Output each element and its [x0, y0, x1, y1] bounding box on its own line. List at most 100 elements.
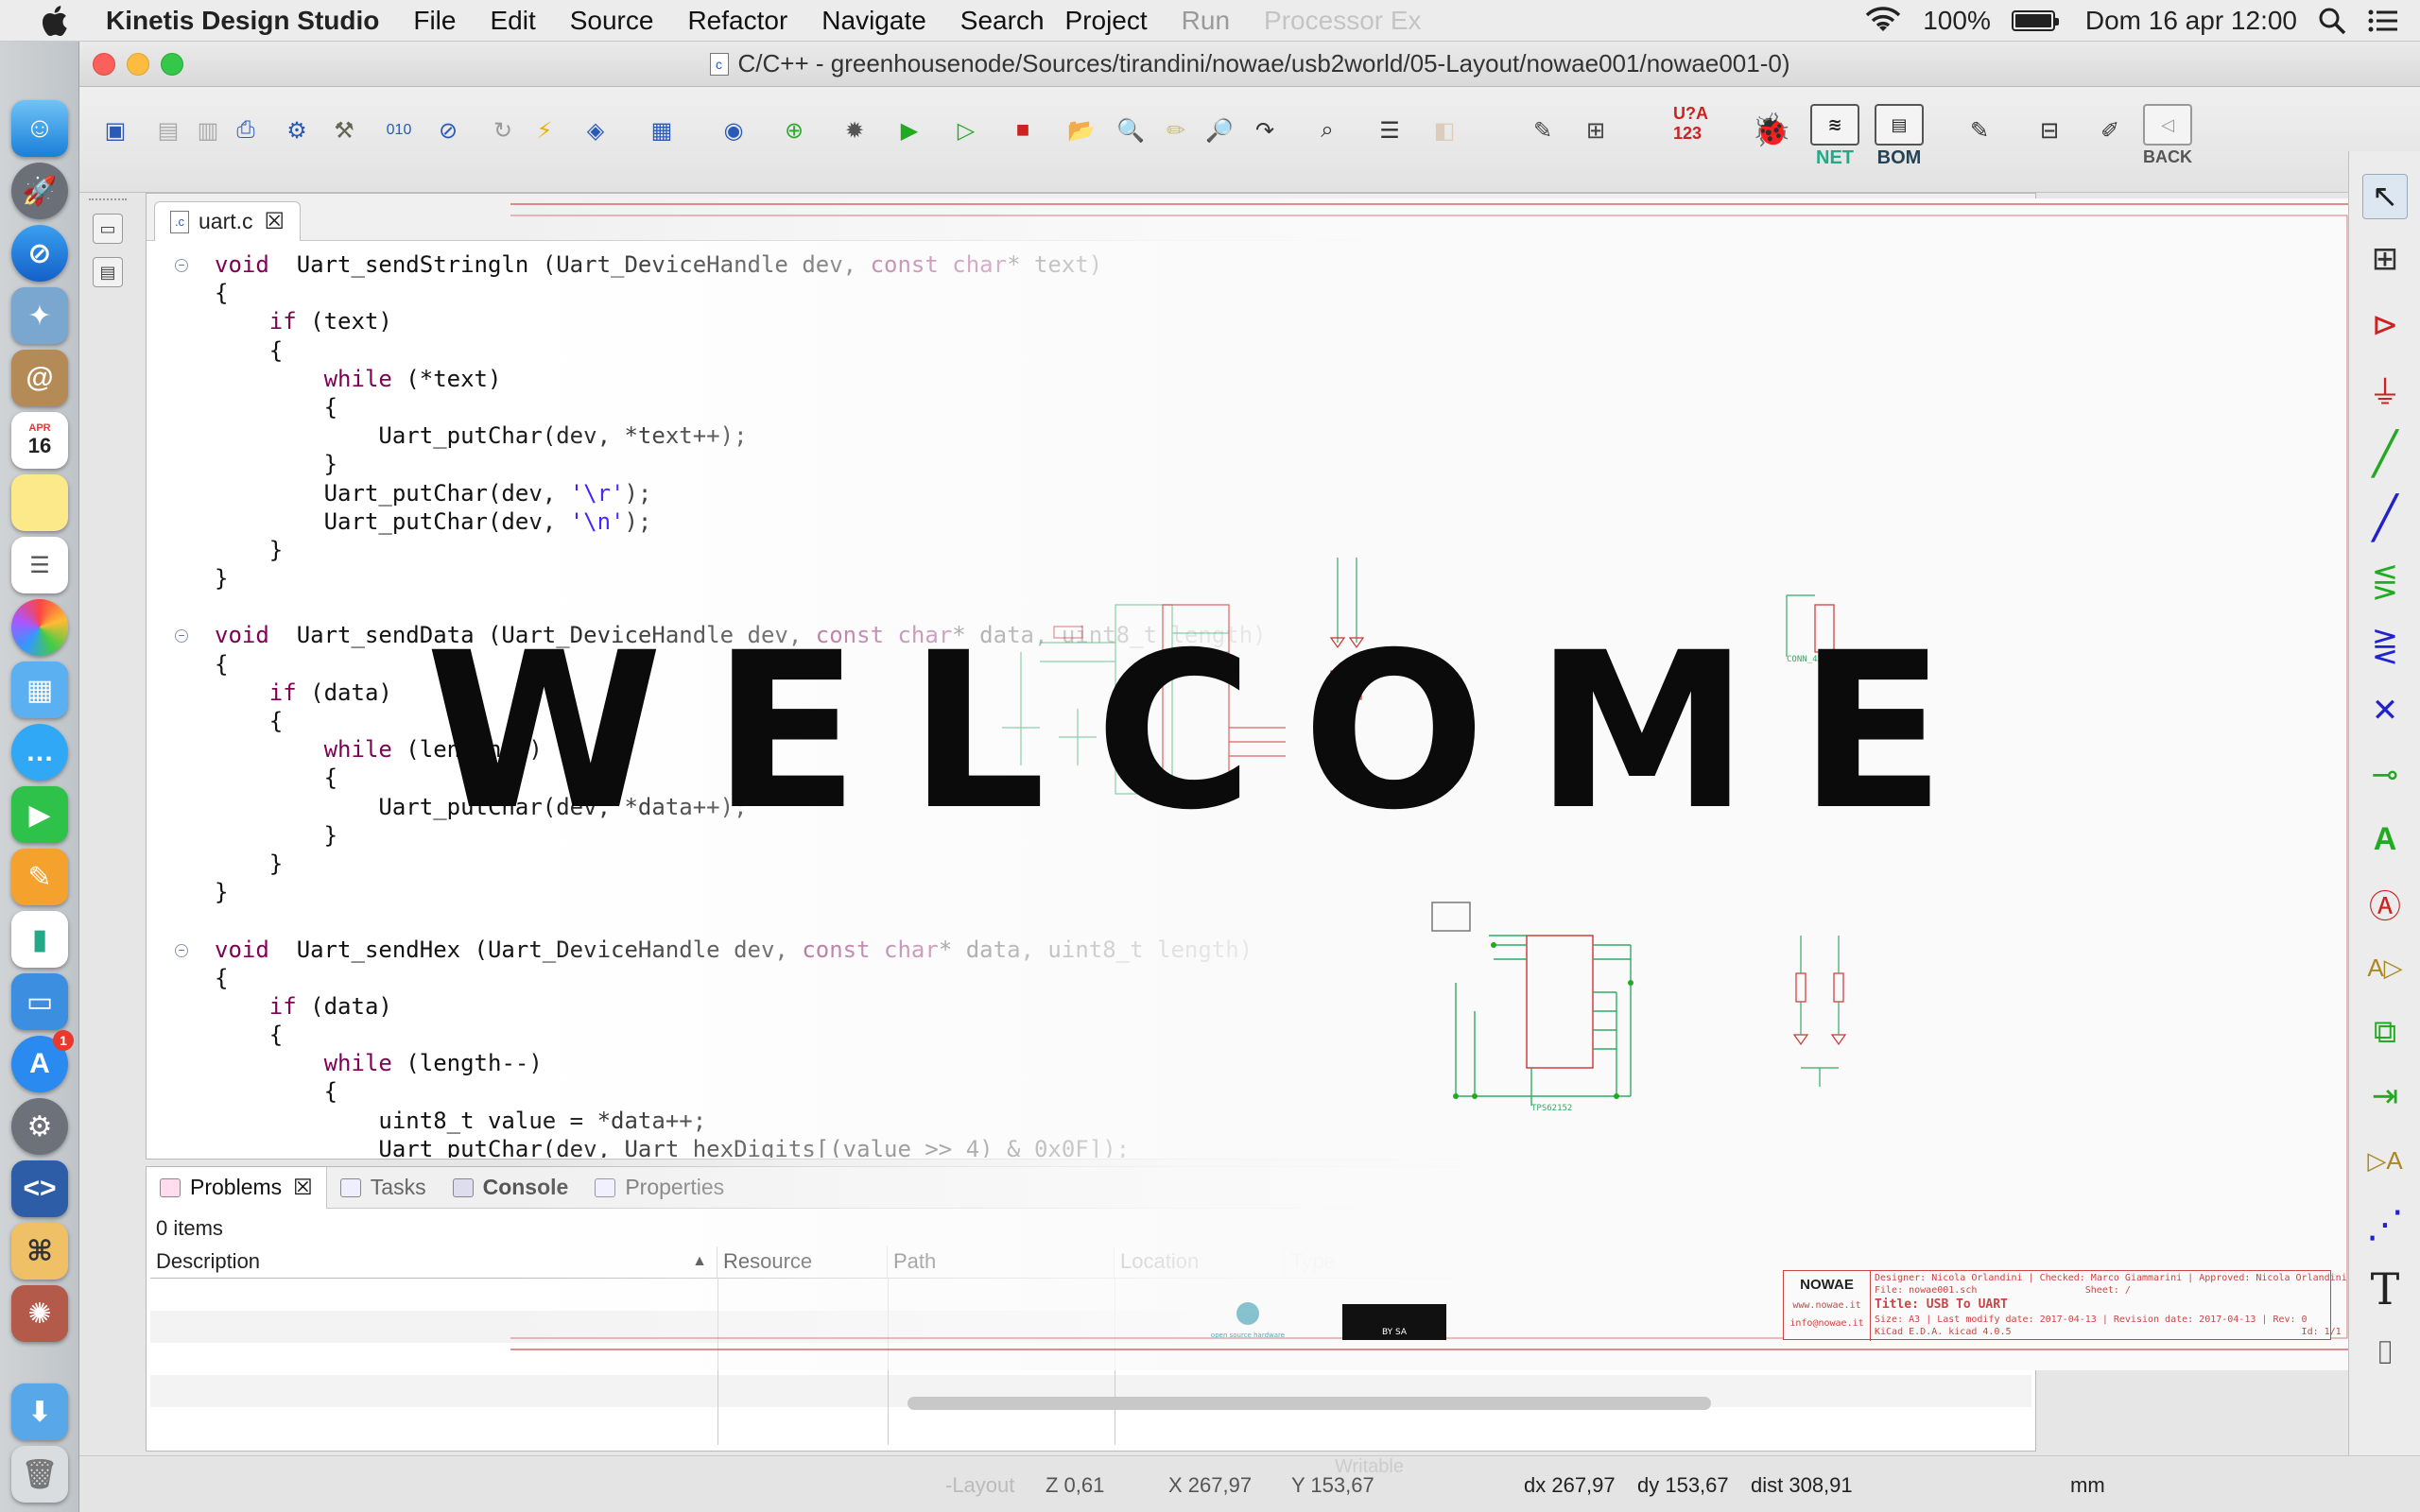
- code-line[interactable]: }: [175, 536, 2018, 564]
- launchpad-icon[interactable]: 🚀: [11, 163, 68, 219]
- new-c-project-icon[interactable]: ◈: [577, 112, 614, 149]
- add-component-icon[interactable]: ⊳: [2362, 302, 2408, 348]
- notification-center-icon[interactable]: [2367, 8, 2399, 34]
- wifi-icon[interactable]: [1864, 7, 1902, 35]
- reminders-icon[interactable]: ☰: [11, 537, 68, 593]
- preview-icon[interactable]: ✦: [11, 287, 68, 344]
- run-external-icon[interactable]: ▷: [947, 112, 985, 149]
- safari-icon[interactable]: ⊘: [11, 225, 68, 282]
- code-line[interactable]: while (*text): [175, 365, 2018, 393]
- kinetis-design-studio-icon[interactable]: <>: [11, 1160, 68, 1217]
- editor-tab-uart-c[interactable]: .c uart.c ☒: [154, 201, 302, 241]
- wire-to-bus-entry-icon[interactable]: ⋚: [2362, 559, 2408, 605]
- code-line[interactable]: {: [175, 1021, 2018, 1049]
- open-folder-icon[interactable]: 📂: [1063, 112, 1100, 149]
- erc-bug-icon[interactable]: 🐞: [1752, 112, 1791, 149]
- contacts-icon[interactable]: @: [11, 350, 68, 406]
- menu-run[interactable]: Run: [1165, 6, 1247, 36]
- add-sheet-pin-icon[interactable]: ▷A: [2362, 1138, 2408, 1183]
- save-icon[interactable]: ▤: [149, 112, 187, 149]
- save-all-icon[interactable]: ▥: [189, 112, 227, 149]
- code-line[interactable]: if (text): [175, 307, 2018, 335]
- highlight-net-icon[interactable]: ⊞: [2362, 236, 2408, 282]
- annotate-button[interactable]: U?A 123: [1673, 104, 1732, 172]
- add-global-label-icon[interactable]: Ⓐ: [2362, 881, 2408, 926]
- cvpcb-icon[interactable]: ✎: [1961, 112, 1998, 149]
- menu-source[interactable]: Source: [553, 6, 671, 36]
- code-line[interactable]: }: [175, 564, 2018, 593]
- pcb-viewer-icon[interactable]: ✺: [11, 1285, 68, 1342]
- close-window-button[interactable]: [93, 53, 115, 76]
- hierarchy-icon[interactable]: ☰: [1371, 112, 1409, 149]
- code-line[interactable]: {: [175, 393, 2018, 421]
- code-line[interactable]: {: [175, 336, 2018, 365]
- menu-file[interactable]: File: [396, 6, 473, 36]
- run-icon[interactable]: ▶: [890, 112, 928, 149]
- select-arrow-icon[interactable]: ↖: [2362, 174, 2408, 219]
- code-line[interactable]: {: [175, 964, 2018, 992]
- system-preferences-icon[interactable]: ⚙: [11, 1098, 68, 1155]
- restore-view-icon[interactable]: ▭: [93, 214, 123, 244]
- refresh-icon[interactable]: ↻: [484, 112, 522, 149]
- code-line[interactable]: [175, 906, 2018, 935]
- build-hammer-icon[interactable]: ⚒: [325, 112, 363, 149]
- zoom-in-icon[interactable]: 🔍: [1112, 112, 1150, 149]
- column-description[interactable]: Description ▲: [150, 1246, 717, 1279]
- close-tab-icon[interactable]: ☒: [265, 208, 285, 235]
- settings-icon[interactable]: ⚙: [278, 112, 316, 149]
- minimize-window-button[interactable]: [127, 53, 149, 76]
- print-icon[interactable]: ⎙: [227, 112, 265, 149]
- app-name-menu[interactable]: Kinetis Design Studio: [106, 6, 379, 36]
- code-line[interactable]: }: [175, 450, 2018, 478]
- menu-project[interactable]: Project: [1062, 6, 1165, 36]
- zoom-fit-icon[interactable]: ⌕: [1308, 112, 1346, 149]
- column-resource[interactable]: Resource: [717, 1246, 888, 1279]
- code-line[interactable]: − void Uart_sendStringln (Uart_DeviceHand…: [175, 250, 2018, 279]
- back-button[interactable]: ◁ BACK: [2138, 104, 2197, 172]
- add-power-icon[interactable]: ⏚: [2362, 367, 2408, 412]
- zoom-out-icon[interactable]: 🔎: [1201, 112, 1238, 149]
- schematic-editor-icon[interactable]: ✎: [1524, 112, 1562, 149]
- column-path[interactable]: Path: [888, 1246, 1115, 1279]
- menu-navigate[interactable]: Navigate: [804, 6, 943, 36]
- downloads-folder-icon[interactable]: ⬇: [11, 1383, 68, 1440]
- pages-icon[interactable]: ✎: [11, 849, 68, 905]
- debug-config-icon[interactable]: ✹: [836, 112, 873, 149]
- finder-icon[interactable]: ☺: [11, 100, 68, 157]
- new-icon[interactable]: ▣: [96, 112, 134, 149]
- project-explorer-icon[interactable]: ▤: [93, 257, 123, 287]
- keynote-icon[interactable]: ▭: [11, 973, 68, 1030]
- apple-menu-icon[interactable]: [28, 0, 79, 42]
- flash-icon[interactable]: ⚡: [526, 112, 563, 149]
- app-store-icon[interactable]: A 1: [11, 1030, 74, 1092]
- code-line[interactable]: if (data): [175, 992, 2018, 1021]
- new-folder-icon[interactable]: ▦: [643, 112, 681, 149]
- menu-processor-expert[interactable]: Processor Ex: [1247, 6, 1439, 36]
- notes-icon[interactable]: [11, 474, 68, 531]
- redraw-icon[interactable]: ↷: [1246, 112, 1284, 149]
- add-graphic-line-icon[interactable]: ⋰: [2362, 1202, 2408, 1247]
- zoom-window-button[interactable]: [161, 53, 183, 76]
- pencil-icon[interactable]: ✏: [1157, 112, 1195, 149]
- tab-console[interactable]: Console: [440, 1167, 582, 1209]
- code-line[interactable]: }: [175, 878, 2018, 906]
- battery-icon[interactable]: [2011, 10, 2059, 31]
- binary-icon[interactable]: 010: [380, 112, 418, 149]
- code-line[interactable]: while (length--): [175, 1049, 2018, 1077]
- new-class-icon[interactable]: ◉: [715, 112, 752, 149]
- add-bus-icon[interactable]: ╱: [2362, 495, 2408, 541]
- menu-edit[interactable]: Edit: [473, 6, 552, 36]
- code-line[interactable]: Uart_putChar(dev, *text++);: [175, 421, 2018, 450]
- menu-refactor[interactable]: Refactor: [670, 6, 804, 36]
- numbers-icon[interactable]: ▮: [11, 911, 68, 968]
- stop-icon[interactable]: ■: [1004, 112, 1042, 149]
- bom-button[interactable]: ▤ BOM: [1870, 104, 1928, 172]
- import-sheet-pin-icon[interactable]: ⇥: [2362, 1074, 2408, 1119]
- code-line[interactable]: Uart_putChar(dev, Uart_hexDigits[(value …: [175, 1135, 2018, 1158]
- tab-problems[interactable]: Problems ☒: [147, 1166, 327, 1209]
- netlist-button[interactable]: ≋ NET: [1806, 104, 1864, 172]
- add-text-icon[interactable]: T: [2362, 1263, 2408, 1314]
- code-line[interactable]: − void Uart_sendHex (Uart_DeviceHandle de…: [175, 936, 2018, 964]
- code-line[interactable]: {: [175, 279, 2018, 307]
- new-module-icon[interactable]: ⊕: [775, 112, 813, 149]
